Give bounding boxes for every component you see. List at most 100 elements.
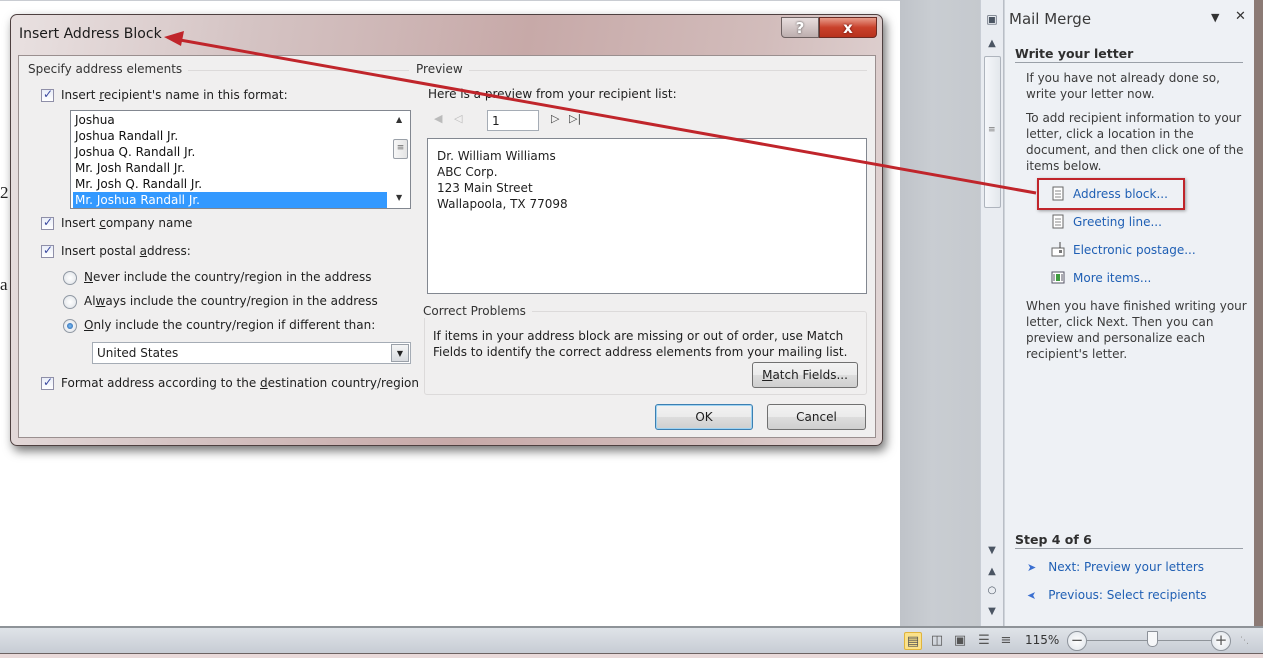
first-record-button[interactable]: ◀​	[434, 112, 442, 125]
list-scroll-thumb[interactable]: ≡	[393, 139, 408, 159]
insert-address-block-dialog: Insert Address Block ? x Specify address…	[10, 14, 883, 446]
resize-grip-icon[interactable]: ⋱	[1240, 636, 1249, 646]
specify-address-elements-label: Specify address elements	[28, 62, 189, 76]
document-text-fragment: 2	[0, 183, 9, 202]
group-divider	[419, 70, 867, 71]
country-value: United States	[97, 346, 179, 360]
only-include-country-radio[interactable]: Only include the country/region if diffe…	[63, 318, 383, 334]
postage-icon	[1051, 242, 1065, 257]
outline-view-button[interactable]: ☰	[975, 632, 993, 650]
list-item[interactable]: Joshua Randall Jr.	[73, 128, 387, 144]
task-pane-close-button[interactable]: ✕	[1235, 9, 1246, 24]
scroll-up-arrow-icon[interactable]: ▲	[396, 115, 402, 124]
always-include-country-radio[interactable]: Always include the country/region in the…	[63, 294, 383, 310]
ruler-toggle-icon[interactable]: ▣	[981, 12, 1003, 26]
arrow-right-icon: ➤	[1027, 560, 1037, 574]
format-address-checkbox[interactable]: Format address according to the destinat…	[41, 375, 419, 392]
window-bottom-edge	[0, 653, 1263, 658]
previous-page-button[interactable]: ▲	[981, 566, 1003, 577]
match-fields-button[interactable]: Match Fields...	[752, 362, 858, 388]
status-bar: ▤ ◫ ▣ ☰ ≡ 115% − + ⋱	[0, 626, 1263, 653]
vertical-scrollbar[interactable]: ▣ ▲ ≡ ▼ ▲ ○ ▼	[980, 0, 1004, 626]
record-number-field[interactable]: 1	[487, 110, 539, 131]
next-step-link[interactable]: ➤ Next: Preview your letters	[1027, 560, 1204, 574]
checkbox-checked[interactable]	[41, 215, 54, 230]
previous-step-link[interactable]: ➤ Previous: Select recipients	[1027, 588, 1207, 602]
full-screen-reading-view-button[interactable]: ◫	[928, 632, 946, 650]
list-item[interactable]: Mr. Josh Q. Randall Jr.	[73, 176, 387, 192]
scroll-down-arrow-icon[interactable]: ▼	[396, 193, 402, 202]
chevron-down-icon[interactable]: ▼	[391, 344, 409, 362]
document-icon	[1051, 214, 1065, 229]
print-layout-view-button[interactable]: ▤	[904, 632, 922, 650]
task-pane-title: Mail Merge	[1009, 10, 1092, 28]
never-include-country-radio[interactable]: Never include the country/region in the …	[63, 270, 383, 286]
step-label: Step 4 of 6	[1015, 532, 1243, 549]
next-page-button[interactable]: ▼	[981, 606, 1003, 617]
greeting-line-link[interactable]: Greeting line...	[1051, 214, 1162, 229]
radio-button-selected[interactable]	[63, 319, 77, 333]
zoom-in-button[interactable]: +	[1211, 631, 1231, 651]
checkbox-checked[interactable]	[41, 375, 54, 390]
zoom-slider-thumb[interactable]	[1147, 631, 1158, 647]
electronic-postage-label: Electronic postage...	[1073, 242, 1196, 257]
list-scrollbar[interactable]: ▲ ≡ ▼	[391, 111, 410, 208]
web-layout-view-button[interactable]: ▣	[951, 632, 969, 650]
scroll-down-button[interactable]: ▼	[981, 545, 1003, 556]
select-browse-object-button[interactable]: ○	[981, 585, 1003, 596]
last-record-button[interactable]: ▷|	[569, 112, 581, 125]
scroll-up-button[interactable]: ▲	[981, 38, 1003, 49]
list-item-selected[interactable]: Mr. Joshua Randall Jr.	[73, 192, 387, 208]
greeting-line-label: Greeting line...	[1073, 214, 1162, 229]
more-items-label: More items...	[1073, 270, 1152, 285]
correct-problems-label: Correct Problems	[423, 304, 532, 318]
section-heading: Write your letter	[1015, 46, 1243, 63]
highlight-box	[1037, 178, 1185, 210]
electronic-postage-link[interactable]: Electronic postage...	[1051, 242, 1196, 257]
finish-text: When you have finished writing your lett…	[1026, 299, 1247, 361]
instruction-text: To add recipient information to your let…	[1026, 111, 1244, 173]
insert-company-name-checkbox[interactable]: Insert company name	[41, 215, 241, 232]
country-dropdown[interactable]: United States ▼	[92, 342, 411, 364]
scrollbar-thumb[interactable]: ≡	[984, 56, 1001, 208]
task-pane-menu-button[interactable]: ▼	[1211, 11, 1219, 24]
help-button[interactable]: ?	[781, 17, 819, 38]
close-button[interactable]: x	[819, 17, 877, 38]
preview-label: Preview	[416, 62, 469, 76]
insert-postal-address-checkbox[interactable]: Insert postal address:	[41, 243, 241, 260]
radio-button[interactable]	[63, 295, 77, 309]
preview-line: Dr. William Williams	[437, 149, 556, 163]
document-text-fragment: a	[0, 275, 8, 294]
checkbox-label: Format address according to the destinat…	[61, 376, 419, 390]
document-margin-area	[900, 0, 980, 626]
draft-view-button[interactable]: ≡	[997, 632, 1015, 650]
checkbox-checked[interactable]	[41, 87, 54, 102]
insert-recipient-name-checkbox[interactable]: Insert recipient's name in this format:	[41, 87, 401, 104]
cancel-button[interactable]: Cancel	[767, 404, 866, 430]
checkbox-checked[interactable]	[41, 243, 54, 258]
zoom-level[interactable]: 115%	[1025, 633, 1059, 647]
more-items-icon	[1051, 270, 1065, 285]
checkbox-label: Insert recipient's name in this format:	[61, 88, 288, 102]
previous-record-button[interactable]: ◁	[454, 112, 462, 125]
radio-button[interactable]	[63, 271, 77, 285]
next-record-button[interactable]: ▷	[551, 112, 559, 125]
list-item[interactable]: Joshua Q. Randall Jr.	[73, 144, 387, 160]
preview-intro: Here is a preview from your recipient li…	[428, 87, 677, 101]
intro-text: If you have not already done so, write y…	[1026, 71, 1220, 101]
radio-label: Only include the country/region if diffe…	[84, 318, 376, 332]
arrow-left-icon: ➤	[1027, 588, 1037, 602]
ok-button[interactable]: OK	[655, 404, 753, 430]
preview-line: 123 Main Street	[437, 181, 533, 195]
zoom-out-button[interactable]: −	[1067, 631, 1087, 651]
dialog-title: Insert Address Block	[19, 26, 162, 42]
list-item[interactable]: Mr. Josh Randall Jr.	[73, 160, 387, 176]
correct-problems-text: If items in your address block are missi…	[433, 329, 848, 359]
record-navigator: ◀​ ◁ 1 ▷ ▷|	[428, 110, 588, 131]
name-format-list[interactable]: Joshua Joshua Randall Jr. Joshua Q. Rand…	[70, 110, 411, 209]
previous-step-label: Previous: Select recipients	[1048, 588, 1207, 602]
list-item[interactable]: Joshua	[73, 112, 387, 128]
dialog-body: Specify address elements Insert recipien…	[18, 55, 876, 438]
more-items-link[interactable]: More items...	[1051, 270, 1151, 285]
checkbox-label: Insert postal address:	[61, 244, 191, 258]
